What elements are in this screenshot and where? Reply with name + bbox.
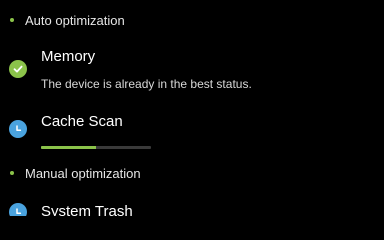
manual-optimization-label: Manual optimization (25, 165, 141, 181)
cache-scan-item: Cache Scan (0, 110, 384, 158)
checkmark-icon (9, 60, 27, 78)
clock-icon (9, 203, 27, 216)
memory-title: Memory (41, 48, 96, 65)
section-bullet-icon (10, 18, 14, 22)
cache-scan-progress-fill (41, 146, 96, 149)
clock-icon (9, 120, 27, 138)
system-trash-item: System Trash (0, 198, 384, 216)
memory-item: Memory The device is already in the best… (0, 44, 384, 100)
optimization-screen: Auto optimization Memory The device is a… (0, 0, 384, 216)
auto-optimization-label: Auto optimization (25, 12, 125, 28)
section-bullet-icon (10, 171, 14, 175)
cache-scan-progress-bar (41, 146, 151, 149)
cache-scan-title: Cache Scan (41, 113, 123, 130)
system-trash-title: System Trash (41, 203, 133, 216)
memory-status-text: The device is already in the best status… (41, 77, 252, 91)
